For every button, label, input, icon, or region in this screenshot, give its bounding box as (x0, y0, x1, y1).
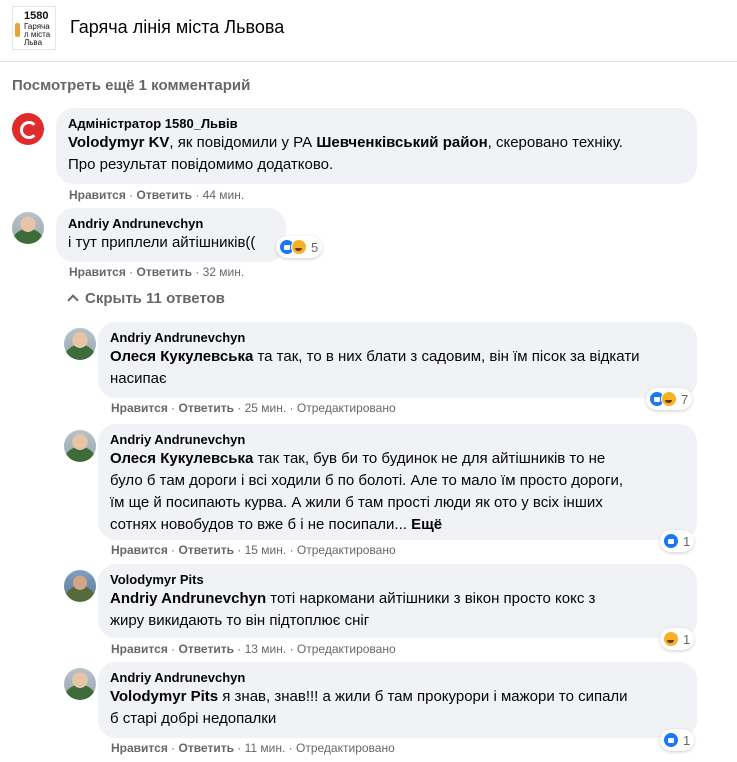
mention-link[interactable]: Volodymyr Pits (110, 688, 218, 705)
haha-icon (291, 239, 307, 255)
comment-author[interactable]: Адміністратор 1580_Львів (68, 116, 685, 132)
comment-text: жиру викидають то він підтоплює сніг (110, 612, 370, 629)
comment-text: Andriy Andrunevchyn тоті наркомани айтіш… (110, 590, 596, 607)
like-icon (663, 533, 679, 549)
comment-text: Volodymyr Pits я знав, знав!!! а жили б … (110, 688, 628, 705)
chevron-up-icon (67, 294, 79, 306)
page-logo[interactable]: 1580 Гаряча л міста Льва (12, 6, 56, 50)
reactions-summary[interactable]: 1 (660, 530, 695, 552)
comment-time[interactable]: 13 мин. (245, 642, 287, 656)
comment-bubble: Andriy Andrunevchyn Олеся Кукулевська та… (98, 424, 697, 540)
like-button[interactable]: Нравится (69, 188, 126, 202)
like-button[interactable]: Нравится (111, 741, 168, 755)
reply-button[interactable]: Ответить (179, 642, 234, 656)
comment-actions: Нравится · Ответить · 44 мин. (69, 188, 245, 202)
edited-label: Отредактировано (296, 741, 395, 755)
reply-button[interactable]: Ответить (137, 188, 192, 202)
comment-text: Олеся Кукулевська так так, був би то буд… (110, 450, 606, 467)
reaction-count: 1 (683, 533, 691, 549)
comment-actions: Нравится · Ответить · 15 мин. · Отредакт… (111, 543, 396, 557)
comment-time[interactable]: 15 мин. (245, 543, 287, 557)
like-button[interactable]: Нравится (111, 642, 168, 656)
reactions-summary[interactable]: 5 (276, 236, 323, 258)
avatar[interactable] (64, 668, 96, 700)
comment-bubble: Andriy Andrunevchyn і тут приплели айтіш… (56, 208, 286, 262)
reaction-count: 7 (681, 391, 689, 407)
like-icon (663, 732, 679, 748)
edited-label: Отредактировано (296, 543, 396, 557)
comment-author[interactable]: Andriy Andrunevchyn (68, 216, 274, 232)
avatar[interactable] (64, 328, 96, 360)
reply-button[interactable]: Ответить (179, 543, 234, 557)
mention-link[interactable]: Олеся Кукулевська (110, 348, 253, 365)
avatar[interactable] (64, 430, 96, 462)
mention-link[interactable]: Andriy Andrunevchyn (110, 590, 266, 607)
avatar[interactable] (12, 212, 44, 244)
avatar[interactable] (12, 113, 44, 145)
reply-button[interactable]: Ответить (179, 401, 234, 415)
comment-actions: Нравится · Ответить · 25 мин. · Отредакт… (111, 401, 396, 415)
page-header: 1580 Гаряча л міста Льва Гаряча лінія мі… (0, 0, 737, 62)
comment-author[interactable]: Volodymyr Pits (110, 572, 685, 588)
comment-text: Олеся Кукулевська та так, то в них блати… (110, 348, 640, 365)
comment-author[interactable]: Andriy Andrunevchyn (110, 432, 685, 448)
comment-bubble: Адміністратор 1580_Львів Volodymyr KV, я… (56, 108, 697, 184)
comment-text: б старі добрі недопалки (110, 710, 277, 727)
like-button[interactable]: Нравится (69, 265, 126, 279)
reply-button[interactable]: Ответить (137, 265, 192, 279)
reactions-summary[interactable]: 1 (660, 729, 695, 751)
comment-text: і тут приплели айтішників(( (68, 234, 256, 251)
reactions-summary[interactable]: 1 (660, 628, 695, 650)
comment-text: їм ще й посипають курва. А жили б там пр… (110, 494, 603, 511)
comment-actions: Нравится · Ответить · 32 мин. (69, 265, 245, 279)
comment-actions: Нравится · Ответить · 11 мин. · Отредакт… (111, 741, 395, 755)
mention-link[interactable]: Шевченківський район (316, 134, 487, 151)
comment-text: Volodymyr KV, як повідомили у РА Шевченк… (68, 134, 623, 151)
logo-mark-icon (15, 23, 20, 37)
comment-bubble: Andriy Andrunevchyn Volodymyr Pits я зна… (98, 662, 697, 738)
reaction-count: 1 (683, 732, 691, 748)
haha-icon (663, 631, 679, 647)
comment-time[interactable]: 32 мин. (203, 265, 245, 279)
see-more-comments-link[interactable]: Посмотреть ещё 1 комментарий (12, 77, 250, 94)
comment-text: було б там дороги і всі ходили б по боло… (110, 472, 624, 489)
reply-button[interactable]: Ответить (179, 741, 234, 755)
comment-time[interactable]: 25 мин. (245, 401, 287, 415)
mention-link[interactable]: Volodymyr KV (68, 134, 169, 151)
mention-link[interactable]: Олеся Кукулевська (110, 450, 253, 467)
haha-icon (661, 391, 677, 407)
like-button[interactable]: Нравится (111, 401, 168, 415)
logo-number: 1580 (24, 10, 49, 22)
see-more-link[interactable]: Ещё (411, 516, 442, 533)
comment-text: Про результат повідомимо додатково. (68, 156, 334, 173)
comment-author[interactable]: Andriy Andrunevchyn (110, 330, 685, 346)
page-title[interactable]: Гаряча лінія міста Львова (70, 17, 284, 38)
edited-label: Отредактировано (296, 642, 396, 656)
avatar[interactable] (64, 570, 96, 602)
comment-text: насипає (110, 370, 167, 387)
logo-subtitle: Гаряча л міста Льва (24, 22, 51, 47)
reaction-count: 1 (683, 631, 691, 647)
comment-bubble: Andriy Andrunevchyn Олеся Кукулевська та… (98, 322, 697, 398)
comment-time[interactable]: 44 мин. (203, 188, 245, 202)
edited-label: Отредактировано (296, 401, 396, 415)
reaction-count: 5 (311, 239, 319, 255)
comment-time[interactable]: 11 мин. (245, 741, 286, 755)
like-button[interactable]: Нравится (111, 543, 168, 557)
reactions-summary[interactable]: 7 (646, 388, 693, 410)
comment-author[interactable]: Andriy Andrunevchyn (110, 670, 685, 686)
comment-bubble: Volodymyr Pits Andriy Andrunevchyn тоті … (98, 564, 697, 638)
comment-text: сотнях новобудов то вже б і не посипали.… (110, 516, 443, 533)
hide-replies-button[interactable]: Скрыть 11 ответов (67, 290, 225, 307)
comment-actions: Нравится · Ответить · 13 мин. · Отредакт… (111, 642, 396, 656)
